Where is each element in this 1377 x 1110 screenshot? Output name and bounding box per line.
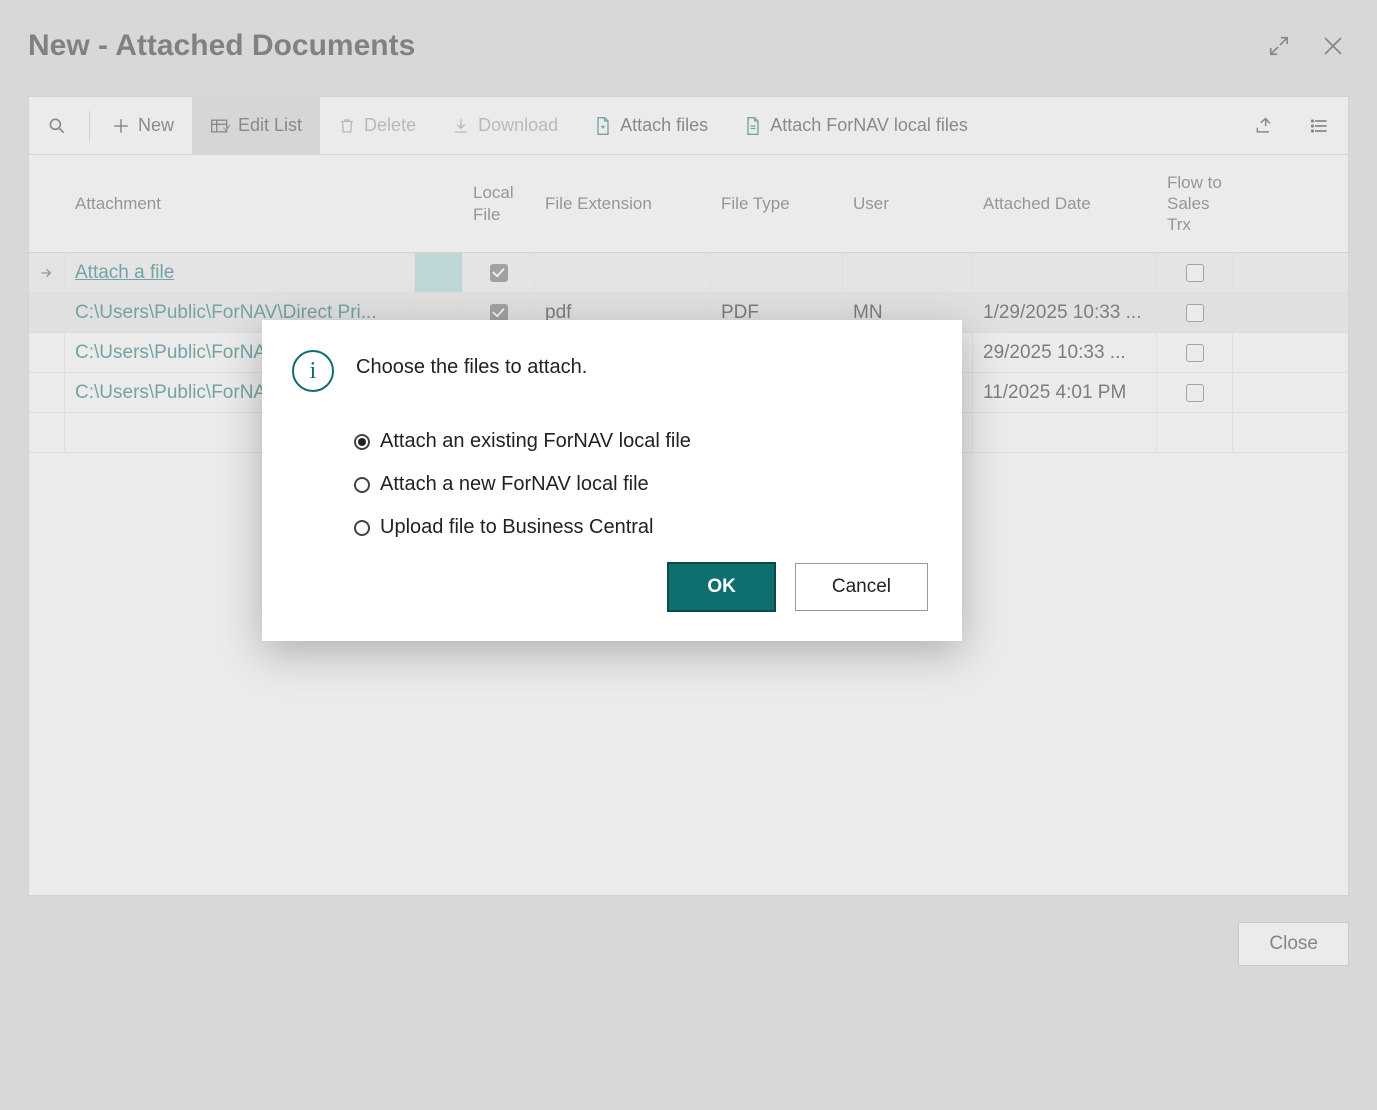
radio-icon [354, 434, 370, 450]
radio-existing[interactable]: Attach an existing ForNAV local file [354, 430, 928, 453]
dialog-title: Choose the files to attach. [356, 350, 587, 379]
radio-icon [354, 477, 370, 493]
choose-files-dialog: i Choose the files to attach. Attach an … [262, 320, 962, 641]
radio-label: Upload file to Business Central [380, 516, 653, 539]
cancel-button[interactable]: Cancel [795, 563, 928, 611]
radio-label: Attach an existing ForNAV local file [380, 430, 691, 453]
radio-label: Attach a new ForNAV local file [380, 473, 649, 496]
radio-group: Attach an existing ForNAV local file Att… [354, 430, 928, 539]
page-root: New - Attached Documents New Edit List [0, 0, 1377, 1110]
radio-upload[interactable]: Upload file to Business Central [354, 516, 928, 539]
radio-icon [354, 520, 370, 536]
ok-button[interactable]: OK [668, 563, 775, 611]
info-icon: i [292, 350, 334, 392]
radio-new[interactable]: Attach a new ForNAV local file [354, 473, 928, 496]
